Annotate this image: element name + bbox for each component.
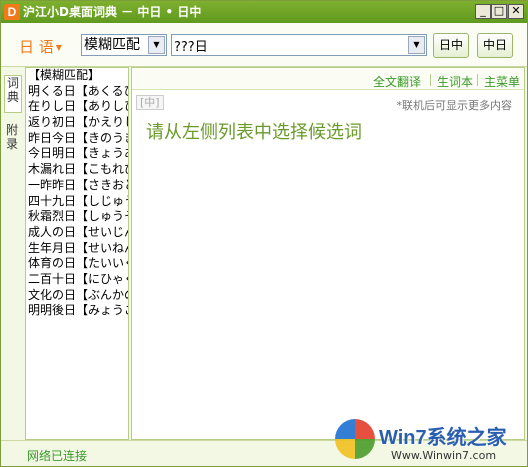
window-title: 沪江小D桌面词典 － 中日 • 日中	[23, 5, 202, 19]
list-item[interactable]: 秋霜烈日【しゅうそうれつじつ】	[26, 209, 128, 225]
language-selector[interactable]: 日 语 ▼	[19, 36, 62, 57]
app-logo-icon: D	[4, 4, 20, 20]
match-mode-value: 模糊匹配	[84, 37, 140, 53]
online-hint: *联机后可显示更多内容	[396, 99, 513, 112]
list-item[interactable]: 体育の日【たいいくのひ】	[26, 256, 128, 272]
divider	[430, 74, 431, 86]
list-item[interactable]: 二百十日【にひゃくとおか】	[26, 272, 128, 288]
toolbar: 日 语▼ 模糊匹配 ▼ ▼ 日中 中日	[1, 23, 527, 67]
link-bar: 全文翻译 生词本 主菜单	[132, 68, 524, 90]
list-item[interactable]: 在りし日【ありしひ】	[26, 99, 128, 115]
chinese-japanese-button[interactable]: 中日	[477, 33, 513, 58]
list-item[interactable]: 昨日今日【きのうきょう】	[26, 131, 128, 147]
windows-logo-icon	[335, 419, 375, 459]
dropdown-arrow-icon[interactable]: ▼	[148, 36, 165, 54]
definition-panel: 全文翻译 生词本 主菜单 [中] *联机后可显示更多内容 请从左侧列表中选择候选…	[131, 67, 525, 440]
divider	[477, 74, 478, 86]
select-candidate-prompt: 请从左侧列表中选择候选词	[146, 122, 362, 143]
list-item[interactable]: 成人の日【せいじんのひ】	[26, 225, 128, 241]
vocabulary-link[interactable]: 生词本	[437, 73, 473, 90]
list-header: 【模糊匹配】	[28, 68, 101, 82]
tab-appendix[interactable]: 附录	[5, 123, 19, 151]
watermark: Win7系统之家 Www.Winwin7.com	[331, 413, 521, 465]
list-item[interactable]: 生年月日【せいねんがっぴ】	[26, 241, 128, 257]
close-button[interactable]: ✕	[508, 4, 524, 19]
list-item[interactable]: 文化の日【ぶんかのひ】	[26, 288, 128, 304]
japanese-chinese-button[interactable]: 日中	[433, 33, 469, 58]
title-bar[interactable]: D 沪江小D桌面词典 － 中日 • 日中 _ □ ✕	[1, 1, 527, 23]
list-item[interactable]: 明明後日【みょうごにち】	[26, 303, 128, 319]
full-translation-link[interactable]: 全文翻译	[373, 73, 421, 90]
list-item[interactable]: 木漏れ日【こもれび】	[26, 162, 128, 178]
status-bar: 网络已连接 Win7系统之家 Www.Winwin7.com	[1, 419, 527, 466]
minimize-button[interactable]: _	[475, 4, 491, 19]
list-item[interactable]: 明くる日【あくるひ】	[26, 84, 128, 100]
match-mode-select[interactable]: 模糊匹配 ▼	[81, 34, 167, 56]
list-items: 明くる日【あくるひ】在りし日【ありしひ】返り初日【かえりしょにち】昨日今日【きの…	[26, 84, 128, 319]
chevron-down-icon: ▼	[55, 43, 62, 52]
search-input[interactable]	[174, 36, 404, 54]
candidate-list[interactable]: 【模糊匹配】 明くる日【あくるひ】在りし日【ありしひ】返り初日【かえりしょにち】…	[25, 67, 129, 440]
list-item[interactable]: 今日明日【きょうあす】	[26, 146, 128, 162]
language-tag: [中]	[136, 95, 164, 110]
language-label: 日 语	[19, 38, 54, 56]
watermark-text: Win7系统之家	[379, 427, 507, 449]
network-status: 网络已连接	[27, 449, 88, 463]
side-tabs: 词典 附录	[1, 67, 25, 440]
search-combobox[interactable]: ▼	[171, 34, 427, 56]
list-item[interactable]: 一昨昨日【さきおととい】	[26, 178, 128, 194]
dropdown-arrow-icon[interactable]: ▼	[408, 36, 425, 54]
main-menu-link[interactable]: 主菜单	[484, 73, 520, 90]
maximize-button[interactable]: □	[491, 4, 507, 19]
watermark-url: Www.Winwin7.com	[391, 449, 497, 462]
tab-dictionary[interactable]: 词典	[4, 75, 22, 113]
list-item[interactable]: 返り初日【かえりしょにち】	[26, 115, 128, 131]
list-item[interactable]: 四十九日【しじゅうくにち】	[26, 194, 128, 210]
app-window: D 沪江小D桌面词典 － 中日 • 日中 _ □ ✕ 日 语▼ 模糊匹配 ▼ ▼…	[0, 0, 528, 467]
